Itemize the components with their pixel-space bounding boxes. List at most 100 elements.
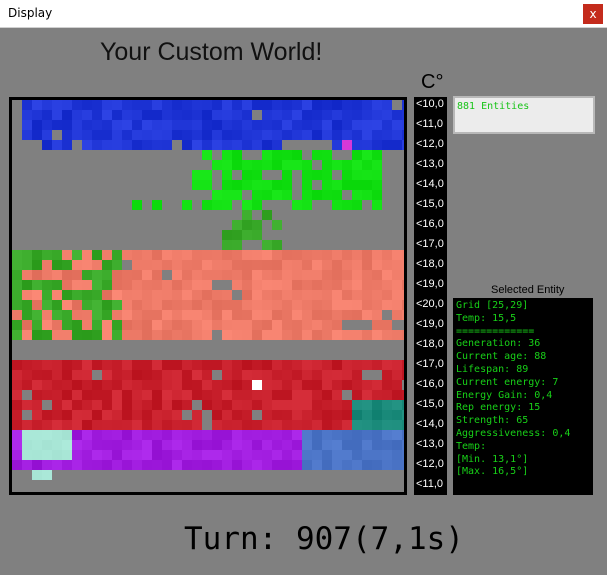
world-map[interactable]: [12, 100, 404, 492]
map-cell: [302, 100, 312, 110]
world-map-canvas[interactable]: [12, 100, 404, 492]
map-cell: [322, 360, 332, 370]
map-cell: [92, 300, 102, 310]
map-cell: [342, 330, 352, 340]
map-cell: [132, 100, 142, 110]
map-cell: [32, 290, 42, 300]
map-cell: [362, 330, 372, 340]
map-cell: [272, 460, 282, 470]
map-cell: [352, 160, 362, 170]
map-cell: [302, 170, 312, 180]
map-cell: [142, 410, 152, 420]
map-cell: [72, 270, 82, 280]
map-cell: [222, 360, 232, 370]
map-cell: [212, 270, 222, 280]
map-cell: [132, 390, 142, 400]
map-cell: [262, 180, 272, 190]
map-cell: [162, 430, 172, 440]
map-cell: [242, 140, 252, 150]
map-cell: [142, 400, 152, 410]
map-cell: [392, 310, 402, 320]
map-cell: [82, 450, 92, 460]
map-cell: [72, 370, 82, 380]
map-cell: [252, 280, 262, 290]
map-cell: [102, 330, 112, 340]
map-cell: [312, 290, 322, 300]
map-cell: [82, 420, 92, 430]
map-cell: [262, 430, 272, 440]
map-cell: [112, 360, 122, 370]
map-cell: [132, 400, 142, 410]
map-cell: [92, 460, 102, 470]
map-cell: [332, 250, 342, 260]
map-cell: [72, 360, 82, 370]
close-button[interactable]: x: [583, 4, 603, 24]
map-cell: [172, 420, 182, 430]
map-cell: [382, 430, 392, 440]
map-cell: [222, 430, 232, 440]
world-map-frame: [9, 97, 407, 495]
map-cell: [222, 120, 232, 130]
map-cell: [92, 420, 102, 430]
map-cell: [92, 280, 102, 290]
map-cell: [42, 100, 52, 110]
entity-detail-line: Grid [25,29]: [456, 300, 529, 311]
map-cell: [192, 130, 202, 140]
map-cell: [292, 370, 302, 380]
map-cell: [232, 130, 242, 140]
map-cell: [342, 110, 352, 120]
map-cell: [362, 160, 372, 170]
map-cell: [182, 110, 192, 120]
map-cell: [152, 100, 162, 110]
map-cell: [242, 130, 252, 140]
map-cell: [352, 120, 362, 130]
map-cell: [72, 130, 82, 140]
map-cell: [392, 430, 402, 440]
map-cell: [282, 120, 292, 130]
map-cell: [372, 110, 382, 120]
map-cell: [332, 360, 342, 370]
map-cell: [82, 310, 92, 320]
map-cell: [262, 140, 272, 150]
map-cell: [12, 420, 22, 430]
map-cell: [282, 260, 292, 270]
map-cell: [362, 100, 372, 110]
map-cell: [12, 440, 22, 450]
map-cell: [362, 440, 372, 450]
map-cell: [282, 110, 292, 120]
map-cell: [242, 390, 252, 400]
map-cell: [32, 280, 42, 290]
map-cell: [232, 380, 242, 390]
map-cell: [172, 400, 182, 410]
map-cell: [172, 270, 182, 280]
map-cell: [302, 180, 312, 190]
map-cell: [52, 300, 62, 310]
map-cell: [252, 290, 262, 300]
map-cell: [42, 140, 52, 150]
map-cell: [322, 160, 332, 170]
map-cell: [332, 140, 342, 150]
map-cell: [72, 310, 82, 320]
selected-entity-cell: [252, 380, 262, 390]
map-cell: [312, 430, 322, 440]
map-cell: [192, 310, 202, 320]
map-cell: [232, 300, 242, 310]
map-cell: [172, 320, 182, 330]
map-cell: [402, 330, 404, 340]
map-cell: [62, 120, 72, 130]
map-cell: [332, 120, 342, 130]
map-cell: [322, 320, 332, 330]
map-cell: [42, 290, 52, 300]
map-cell: [262, 120, 272, 130]
scale-label: <19,0: [416, 318, 444, 330]
map-cell: [172, 120, 182, 130]
map-cell: [202, 370, 212, 380]
map-cell: [252, 120, 262, 130]
map-cell: [252, 420, 262, 430]
map-cell: [92, 440, 102, 450]
map-cell: [332, 290, 342, 300]
map-cell: [302, 160, 312, 170]
map-cell: [52, 290, 62, 300]
map-cell: [242, 110, 252, 120]
map-cell: [172, 100, 182, 110]
